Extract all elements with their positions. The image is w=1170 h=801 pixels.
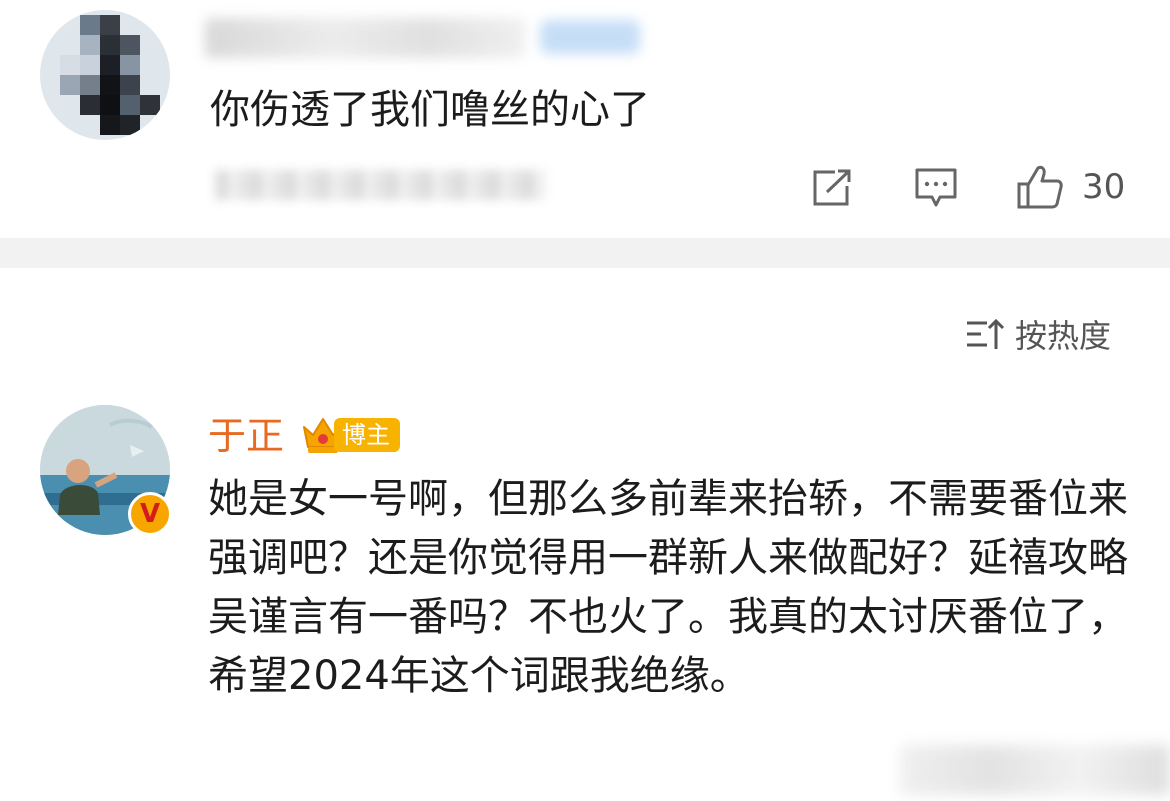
username-blurred[interactable]: [205, 18, 525, 58]
share-icon: [813, 169, 851, 206]
user-badge-blurred: [540, 20, 640, 54]
comment-text: 你伤透了我们噜丝的心了: [210, 87, 650, 133]
like-button[interactable]: [1014, 162, 1066, 212]
share-button[interactable]: [808, 165, 856, 211]
avatar-blurred[interactable]: [40, 10, 170, 140]
comment-body: 她是女一号啊，但那么多前辈来抬轿，不需要番位来强调吧？还是你觉得用一群新人来做配…: [208, 476, 1128, 699]
thumbs-up-icon: [1017, 165, 1063, 209]
comment-meta-blurred: [215, 170, 545, 200]
username[interactable]: 于正: [208, 412, 284, 460]
comment-icon: [915, 168, 957, 207]
watermark-blurred: [900, 745, 1170, 795]
section-divider: [0, 238, 1170, 268]
verified-v-badge: V: [128, 492, 172, 536]
sort-label: 按热度: [1015, 317, 1112, 355]
blogger-badge: 博主: [334, 418, 400, 452]
comment-button[interactable]: [912, 165, 960, 211]
sort-icon: [967, 318, 1005, 349]
like-count: 30: [1082, 167, 1126, 207]
sort-by-hot-button[interactable]: 按热度: [965, 312, 1111, 356]
